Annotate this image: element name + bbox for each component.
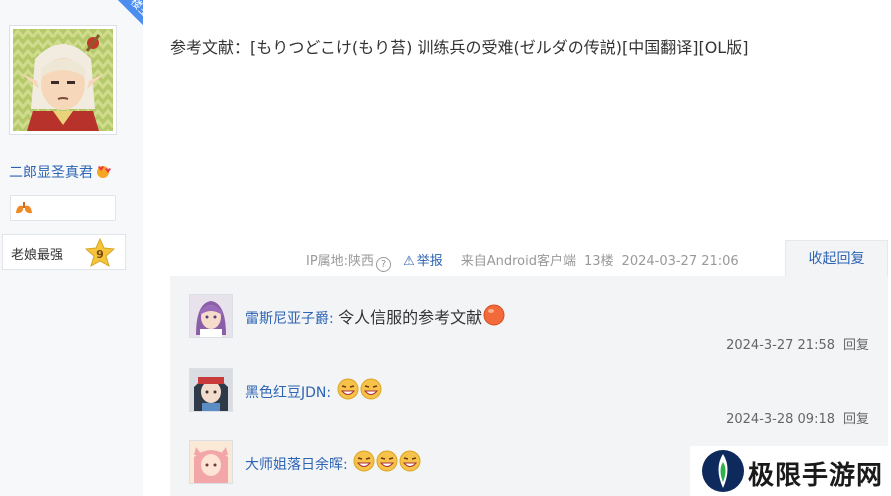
warning-icon: ⚠ (403, 254, 415, 269)
post-content: 参考文献：[もりつどこけ(もり苔) 训练兵の受难(ゼルダの传説)[中国翻译][O… (170, 38, 749, 57)
reply-item: 黑色红豆JDN: 2024-3-28 09:18 回复 (189, 368, 869, 438)
angry-face-emoji-icon (483, 304, 505, 326)
author-sidebar: 楼主 二郎显圣真君 老娘最强 9 (0, 0, 143, 496)
reply-time-line: 2024-3-28 09:18 回复 (726, 408, 869, 427)
grin-face-emoji-icon (376, 450, 398, 472)
reply-time: 2024-3-28 09:18 (726, 412, 835, 427)
grin-face-emoji-icon (399, 450, 421, 472)
reply-name-line: 大师姐落日余晖: (245, 450, 421, 474)
reply-username[interactable]: 黑色红豆JDN: (245, 385, 331, 401)
watermark-logo-icon (702, 450, 744, 492)
author-username-text: 二郎显圣真君 (9, 165, 93, 181)
report-label: 举报 (416, 254, 443, 269)
reply-username[interactable]: 雷斯尼亚子爵: (245, 311, 334, 327)
help-icon[interactable]: ? (376, 257, 392, 272)
level-star-icon: 9 (85, 238, 115, 268)
reply-avatar[interactable] (189, 368, 233, 412)
post-time: 2024-03-27 21:06 (621, 254, 739, 269)
lungs-badge-icon (16, 202, 32, 214)
watermark-text: 极限手游网 (748, 461, 884, 491)
level-number: 9 (96, 248, 104, 261)
reply-avatar[interactable] (189, 294, 233, 338)
reply-time: 2024-3-27 21:58 (726, 338, 835, 353)
reply-button[interactable]: 回复 (843, 338, 869, 353)
collapse-replies-button[interactable]: 收起回复 (785, 240, 888, 276)
ip-location: IP属地:陕西 (306, 254, 375, 269)
reply-avatar-image (190, 441, 232, 483)
op-corner-badge: 楼主 (95, 0, 143, 48)
reply-avatar-image (190, 295, 232, 337)
member-badge-strip[interactable] (10, 195, 116, 221)
reply-username[interactable]: 大师姐落日余晖: (245, 457, 348, 473)
floor-number: 13楼 (584, 254, 614, 269)
grin-face-emoji-icon (360, 378, 382, 400)
grin-face-emoji-icon (337, 378, 359, 400)
site-watermark: 极限手游网 (690, 446, 891, 496)
reply-button[interactable]: 回复 (843, 412, 869, 427)
client-source[interactable]: 来自Android客户端 (461, 254, 576, 269)
reply-name-line: 黑色红豆JDN: (245, 378, 382, 402)
reply-name-line: 雷斯尼亚子爵: 令人信服的参考文献 (245, 304, 505, 328)
post-meta: IP属地:陕西? ⚠ 举报 来自Android客户端 13楼 2024-03-27 21:… (306, 250, 747, 272)
heart-face-icon (97, 166, 111, 178)
reply-time-line: 2024-3-27 21:58 回复 (726, 334, 869, 353)
report-button[interactable]: ⚠ 举报 (403, 254, 451, 269)
reply-text: 令人信服的参考文献 (338, 308, 483, 327)
reply-item: 雷斯尼亚子爵: 令人信服的参考文献 2024-3-27 21:58 回复 (189, 294, 869, 364)
grin-face-emoji-icon (353, 450, 375, 472)
reply-avatar-image (190, 369, 232, 411)
reply-avatar[interactable] (189, 440, 233, 484)
author-username[interactable]: 二郎显圣真君 (9, 162, 111, 182)
level-title: 老娘最强 (11, 248, 64, 263)
op-label: 楼主 (108, 0, 143, 40)
level-badge[interactable]: 老娘最强 9 (2, 234, 126, 270)
